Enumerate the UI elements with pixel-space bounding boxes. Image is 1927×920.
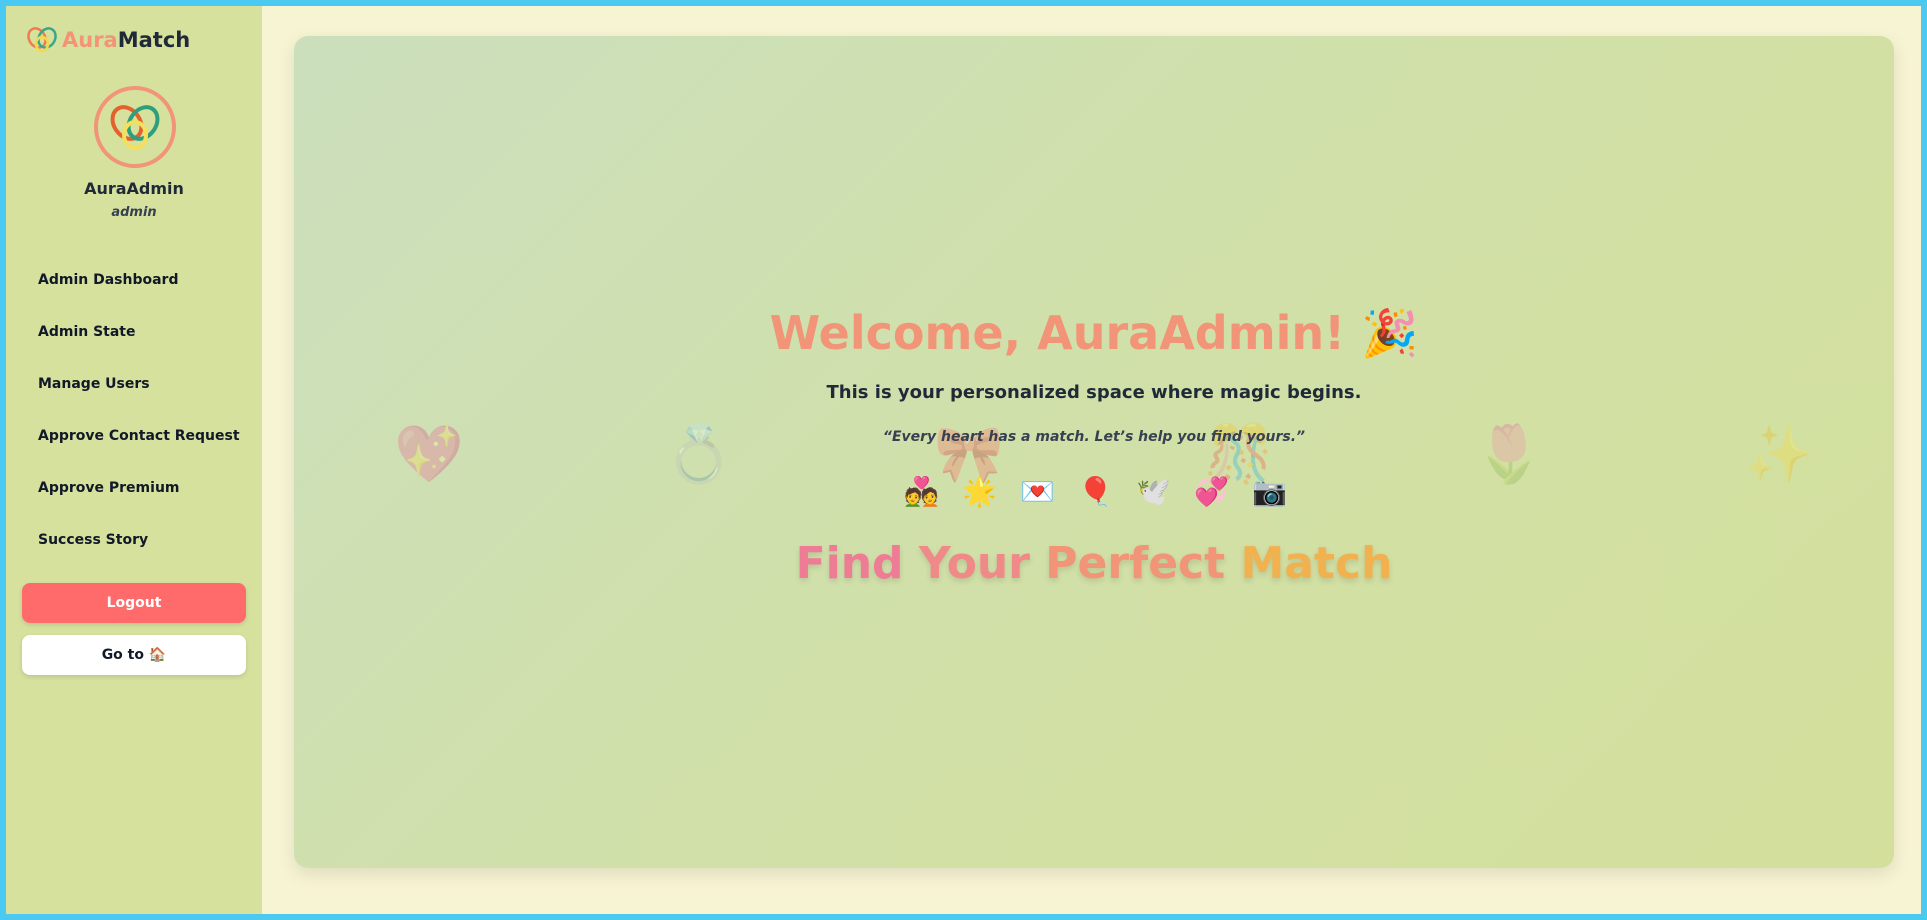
balloon-icon: 🎈 <box>1078 475 1113 508</box>
sidebar-item-manage-users[interactable]: Manage Users <box>22 358 246 410</box>
emoji-row: 💑 🌟 💌 🎈 🕊️ 💞 📷 <box>294 475 1894 508</box>
rings-avatar-icon <box>110 105 160 150</box>
app-frame: Aura Match AuraAdmin admin Admin Dashboar… <box>6 6 1921 914</box>
rings-logo-icon <box>27 27 57 53</box>
main-content: 💖 💍 🎀 🎊 🌷 ✨ Welcome, AuraAdmin! 🎉 This i… <box>262 6 1921 914</box>
sidebar-item-admin-state[interactable]: Admin State <box>22 306 246 358</box>
sidebar: Aura Match AuraAdmin admin Admin Dashboar… <box>6 6 262 914</box>
couple-icon: 💑 <box>904 475 939 508</box>
love-letter-icon: 💌 <box>1020 475 1055 508</box>
sidebar-item-approve-contact-request[interactable]: Approve Contact Request <box>22 410 246 462</box>
brand-name-aura: Aura <box>62 28 118 52</box>
profile-role: admin <box>111 205 157 220</box>
tagline-word-3: Perfect <box>1045 538 1226 589</box>
star-icon: 🌟 <box>962 475 997 508</box>
tagline: Find Your Perfect Match <box>294 538 1894 589</box>
tagline-word-1: Find <box>795 538 904 589</box>
welcome-quote: “Every heart has a match. Let’s help you… <box>882 429 1306 445</box>
go-home-button[interactable]: Go to 🏠 <box>22 635 246 675</box>
tagline-word-4: Match <box>1240 538 1393 589</box>
hearts-icon: 💞 <box>1194 475 1229 508</box>
profile-name: AuraAdmin <box>84 179 184 198</box>
welcome-heading: Welcome, AuraAdmin! 🎉 <box>769 306 1419 360</box>
sidebar-item-success-story[interactable]: Success Story <box>22 514 246 566</box>
avatar <box>94 86 176 168</box>
sidebar-nav: Admin Dashboard Admin State Manage Users… <box>22 254 246 566</box>
dove-icon: 🕊️ <box>1136 475 1171 508</box>
sidebar-item-admin-dashboard[interactable]: Admin Dashboard <box>22 254 246 306</box>
brand-name-match: Match <box>117 28 191 52</box>
logout-button[interactable]: Logout <box>22 583 246 623</box>
welcome-subtitle: This is your personalized space where ma… <box>826 382 1362 403</box>
welcome-card: 💖 💍 🎀 🎊 🌷 ✨ Welcome, AuraAdmin! 🎉 This i… <box>294 36 1894 868</box>
camera-icon: 📷 <box>1252 475 1287 508</box>
sidebar-item-approve-premium[interactable]: Approve Premium <box>22 462 246 514</box>
welcome-block: Welcome, AuraAdmin! 🎉 This is your perso… <box>294 306 1894 589</box>
brand-logo[interactable]: Aura Match <box>26 26 190 54</box>
tagline-word-2: Your <box>918 538 1030 589</box>
